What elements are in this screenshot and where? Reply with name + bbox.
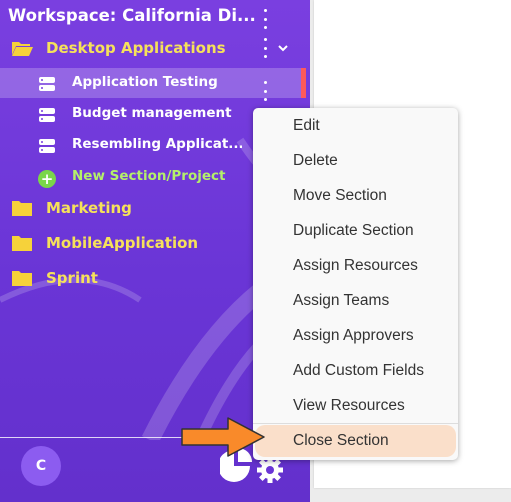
folder-label: Sprint [46,269,98,287]
menu-divider [253,423,458,424]
avatar[interactable]: C [21,446,61,486]
section-context-menu: Edit Delete Move Section Duplicate Secti… [253,108,458,460]
section-item-application-testing[interactable]: Application Testing [0,68,306,101]
folder-icon [12,201,32,216]
folder-icon [12,271,32,286]
workspace-more-icon[interactable] [262,9,268,29]
menu-item-delete[interactable]: Delete [253,145,458,177]
workspace-title[interactable]: Workspace: California Di... [8,6,258,25]
section-label: Resembling Applicat... [72,136,242,152]
menu-item-close-section[interactable]: Close Section [255,425,456,457]
server-icon [39,139,55,153]
server-icon [39,77,55,91]
menu-item-duplicate-section[interactable]: Duplicate Section [253,215,458,247]
plus-circle-icon: + [38,170,56,188]
menu-item-assign-approvers[interactable]: Assign Approvers [253,320,458,352]
section-label: Budget management [72,105,232,121]
folder-label: Desktop Applications [46,39,226,57]
folder-more-icon[interactable] [262,38,268,58]
menu-item-add-custom-fields[interactable]: Add Custom Fields [253,355,458,387]
menu-item-view-resources[interactable]: View Resources [253,390,458,422]
chevron-down-icon[interactable] [277,42,289,54]
menu-item-edit[interactable]: Edit [253,110,458,142]
folder-icon [12,236,32,251]
menu-item-assign-teams[interactable]: Assign Teams [253,285,458,317]
active-indicator [301,68,306,98]
menu-item-assign-resources[interactable]: Assign Resources [253,250,458,282]
section-more-icon[interactable] [262,81,268,101]
folder-label: MobileApplication [46,234,199,252]
folder-open-icon [12,42,33,56]
folder-desktop-applications[interactable]: Desktop Applications [0,33,310,63]
new-section-label: New Section/Project [72,168,226,184]
server-icon [39,108,55,122]
menu-item-move-section[interactable]: Move Section [253,180,458,212]
section-label: Application Testing [72,74,218,90]
folder-label: Marketing [46,199,132,217]
arrow-right-icon [181,417,265,457]
